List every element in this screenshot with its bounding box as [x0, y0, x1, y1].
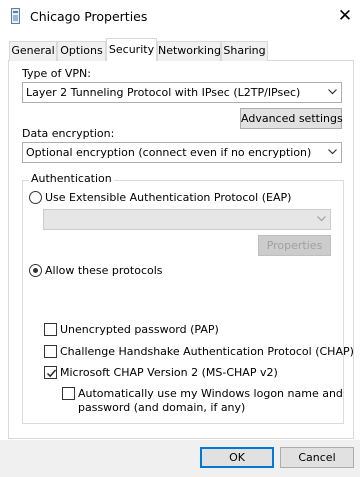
- vpn-type-label: Type of VPN:: [22, 67, 91, 80]
- data-encryption-value: Optional encryption (connect even if no …: [26, 146, 312, 159]
- auto-logon-label-line2[interactable]: password (and domain, if any): [78, 401, 245, 414]
- close-icon[interactable]: ✕: [333, 4, 357, 28]
- radio-selected-dot: [33, 268, 38, 273]
- tab-security[interactable]: Security: [106, 38, 157, 61]
- pap-checkbox[interactable]: [44, 323, 57, 336]
- cancel-button[interactable]: Cancel: [280, 447, 354, 468]
- chap-label[interactable]: Challenge Handshake Authentication Proto…: [60, 345, 354, 358]
- pap-label[interactable]: Unencrypted password (PAP): [60, 323, 219, 336]
- eap-properties-button: Properties: [258, 235, 331, 256]
- window-title: Chicago Properties: [30, 9, 148, 24]
- tab-general[interactable]: General: [9, 41, 57, 61]
- chevron-down-icon: [317, 216, 326, 224]
- chevron-down-icon: [328, 89, 337, 97]
- tab-sharing[interactable]: Sharing: [221, 41, 268, 61]
- checkmark-icon: [46, 369, 57, 378]
- tab-networking[interactable]: Networking: [157, 41, 221, 61]
- data-encryption-dropdown[interactable]: Optional encryption (connect even if no …: [22, 142, 342, 163]
- authentication-group-label: Authentication: [29, 172, 114, 185]
- chevron-down-icon: [328, 149, 337, 157]
- network-connection-icon: [11, 8, 20, 24]
- mschapv2-label[interactable]: Microsoft CHAP Version 2 (MS-CHAP v2): [60, 366, 278, 379]
- tab-options[interactable]: Options: [57, 41, 106, 61]
- vpn-type-dropdown[interactable]: Layer 2 Tunneling Protocol with IPsec (L…: [22, 82, 342, 103]
- mschapv2-checkbox[interactable]: [44, 366, 57, 379]
- data-encryption-label: Data encryption:: [22, 127, 115, 140]
- vpn-type-value: Layer 2 Tunneling Protocol with IPsec (L…: [26, 86, 301, 99]
- eap-radio-label[interactable]: Use Extensible Authentication Protocol (…: [45, 191, 291, 204]
- ok-button[interactable]: OK: [200, 447, 274, 468]
- auto-logon-checkbox[interactable]: [62, 387, 75, 400]
- chap-checkbox[interactable]: [44, 345, 57, 358]
- allow-protocols-radio[interactable]: [29, 264, 42, 277]
- auto-logon-label-line1[interactable]: Automatically use my Windows logon name …: [78, 387, 343, 400]
- allow-protocols-label[interactable]: Allow these protocols: [45, 264, 163, 277]
- eap-method-dropdown: [43, 209, 331, 230]
- eap-radio[interactable]: [29, 191, 42, 204]
- advanced-settings-button[interactable]: Advanced settings: [240, 108, 343, 129]
